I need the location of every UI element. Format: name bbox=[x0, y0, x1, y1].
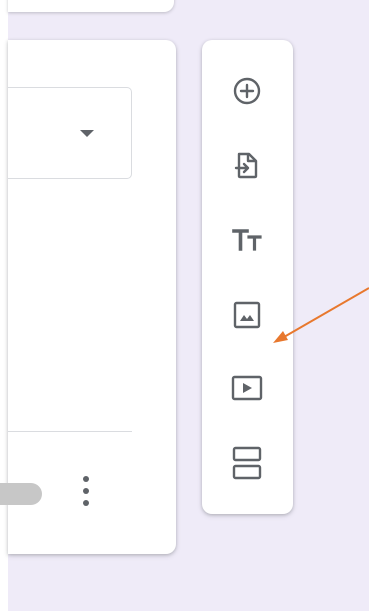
question-type-dropdown[interactable] bbox=[8, 87, 132, 179]
required-toggle[interactable] bbox=[0, 483, 42, 505]
import-questions-button[interactable] bbox=[224, 142, 270, 188]
forms-editor-page bbox=[0, 0, 369, 611]
more-vert-icon[interactable] bbox=[81, 474, 91, 508]
floating-toolbar bbox=[202, 40, 293, 514]
add-image-button[interactable] bbox=[224, 292, 270, 338]
previous-card-edge bbox=[8, 0, 174, 12]
import-file-icon bbox=[232, 149, 262, 181]
video-play-icon bbox=[231, 375, 263, 401]
add-title-description-button[interactable] bbox=[224, 217, 270, 263]
arrow-drop-down-icon[interactable] bbox=[80, 130, 94, 137]
question-card[interactable] bbox=[0, 40, 176, 554]
image-icon bbox=[232, 300, 262, 330]
card-footer-divider bbox=[8, 431, 132, 432]
add-circle-icon bbox=[232, 76, 262, 106]
add-section-button[interactable] bbox=[224, 440, 270, 486]
text-fields-icon bbox=[231, 226, 263, 254]
section-icon bbox=[231, 445, 263, 481]
add-question-button[interactable] bbox=[224, 68, 270, 114]
add-video-button[interactable] bbox=[224, 365, 270, 411]
